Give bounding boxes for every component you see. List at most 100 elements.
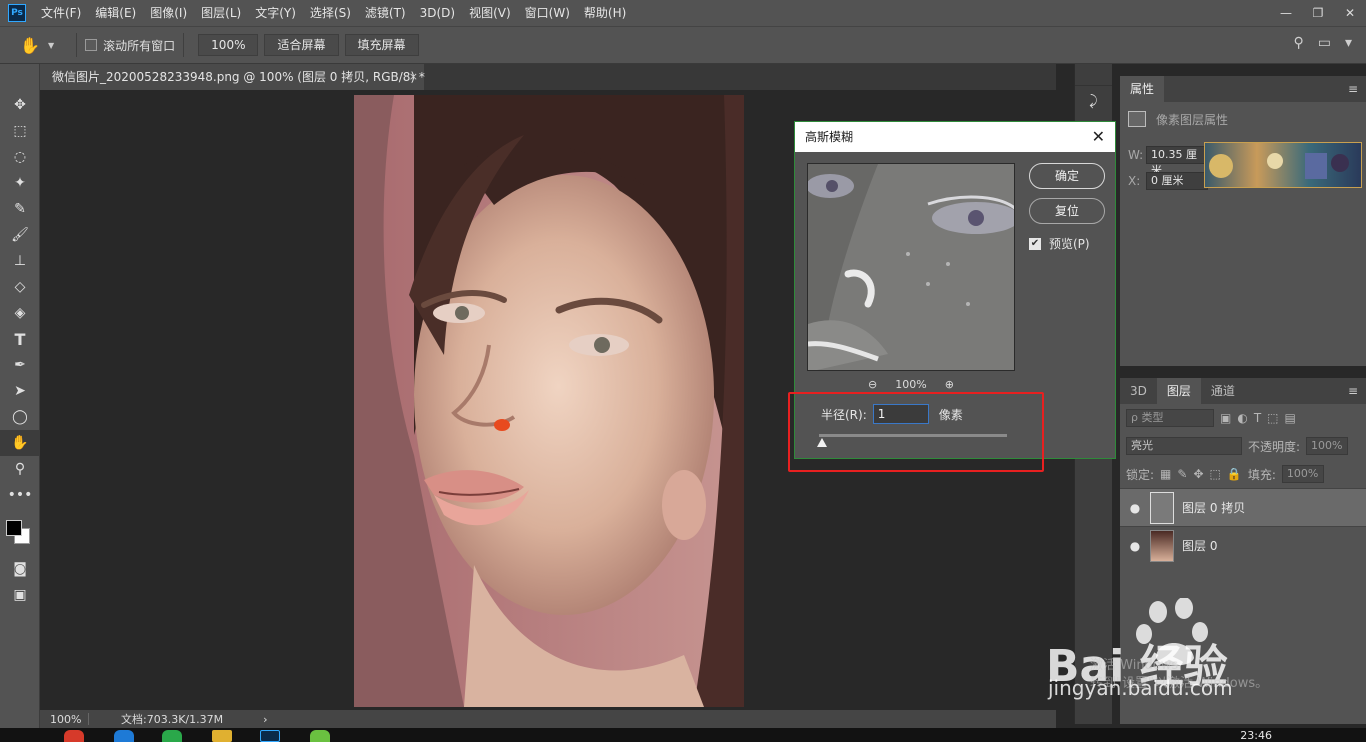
ellipse-tool-icon[interactable]: ◯ xyxy=(0,404,40,430)
close-icon[interactable]: ✕ xyxy=(1092,122,1105,152)
menu-filter[interactable]: 滤镜(T) xyxy=(358,0,413,26)
opacity-field[interactable]: 100% xyxy=(1306,437,1349,455)
document-tab[interactable]: 微信图片_20200528233948.png @ 100% (图层 0 拷贝,… xyxy=(40,64,425,90)
document-image[interactable] xyxy=(354,95,744,707)
ok-button[interactable]: 确定 xyxy=(1029,163,1105,189)
tab-channels[interactable]: 通道 xyxy=(1201,378,1245,404)
taskbar-clock: 23:46 xyxy=(1240,729,1272,742)
fill-field[interactable]: 100% xyxy=(1281,465,1324,483)
minimize-button[interactable]: — xyxy=(1270,0,1302,26)
browser-icon[interactable] xyxy=(64,730,84,742)
menu-help[interactable]: 帮助(H) xyxy=(577,0,633,26)
paint-bucket-tool-icon[interactable]: ◈ xyxy=(0,300,40,326)
menu-view[interactable]: 视图(V) xyxy=(462,0,518,26)
zoom-tool-icon[interactable]: ⚲ xyxy=(0,456,40,482)
blur-preview[interactable] xyxy=(807,163,1015,371)
close-icon[interactable]: × xyxy=(409,64,418,90)
lock-artboard-icon[interactable]: ⬚ xyxy=(1210,467,1221,481)
hand-tool-icon[interactable]: ✋ xyxy=(0,430,40,456)
workspace-icon[interactable]: ▭ xyxy=(1318,35,1331,51)
panel-menu-icon[interactable]: ≡ xyxy=(1348,378,1358,404)
eye-icon[interactable]: ● xyxy=(1120,501,1150,515)
eraser-tool-icon[interactable]: ◇ xyxy=(0,274,40,300)
zoom-100-button[interactable]: 100% xyxy=(198,34,259,56)
search-icon[interactable]: ⚲ xyxy=(1293,35,1303,51)
photoshop-logo-icon: Ps xyxy=(8,4,26,22)
filter-type-icon[interactable]: T xyxy=(1254,411,1261,425)
blend-mode-select[interactable]: 亮光 xyxy=(1126,437,1242,455)
app-icon[interactable] xyxy=(310,730,330,742)
marquee-tool-icon[interactable]: ⬚ xyxy=(0,118,40,144)
tools-panel: ✥ ⬚ ◌ ✦ ✎ 🖌 ⊥ ◇ ◈ T ✒ ➤ ◯ ✋ ⚲ ••• ◙ ▣ xyxy=(0,64,40,742)
more-tools-icon[interactable]: ••• xyxy=(0,482,40,508)
menu-file[interactable]: 文件(F) xyxy=(34,0,88,26)
layer-row[interactable]: ● 图层 0 xyxy=(1120,526,1366,564)
chevron-down-icon[interactable]: ▾ xyxy=(1345,35,1352,51)
width-field[interactable]: 10.35 厘米 xyxy=(1146,146,1208,177)
hand-tool-icon[interactable]: ✋ xyxy=(20,36,48,55)
lasso-tool-icon[interactable]: ◌ xyxy=(0,144,40,170)
close-window-button[interactable]: ✕ xyxy=(1334,0,1366,26)
menu-edit[interactable]: 编辑(E) xyxy=(88,0,143,26)
filter-shape-icon[interactable]: ⬚ xyxy=(1267,411,1278,425)
menu-select[interactable]: 选择(S) xyxy=(303,0,358,26)
dialog-title-bar[interactable]: 高斯模糊 ✕ xyxy=(795,122,1115,152)
layer-filter-select[interactable]: ρ 类型 xyxy=(1126,409,1214,427)
filter-adjust-icon[interactable]: ◐ xyxy=(1237,411,1247,425)
color-swatches xyxy=(0,508,39,556)
eye-icon[interactable]: ● xyxy=(1120,539,1150,553)
lock-all-icon[interactable]: 🔒 xyxy=(1227,467,1242,481)
zoom-out-icon[interactable]: ⊖ xyxy=(868,378,877,391)
app-icon[interactable] xyxy=(114,730,134,742)
menu-type[interactable]: 文字(Y) xyxy=(248,0,303,26)
layer-row[interactable]: ● 图层 0 拷贝 xyxy=(1120,488,1366,526)
status-zoom[interactable]: 100% xyxy=(40,713,88,726)
app-icon[interactable] xyxy=(162,730,182,742)
move-tool-icon[interactable]: ✥ xyxy=(0,92,40,118)
options-right-icons: ⚲ ▭ ▾ xyxy=(1293,35,1352,51)
tab-properties[interactable]: 属性 xyxy=(1120,76,1165,102)
restore-button[interactable]: ❐ xyxy=(1302,0,1334,26)
menu-3d[interactable]: 3D(D) xyxy=(413,0,462,26)
x-field[interactable]: 0 厘米 xyxy=(1146,172,1208,190)
pen-tool-icon[interactable]: ✒ xyxy=(0,352,40,378)
chevron-down-icon[interactable]: ▼ xyxy=(48,41,54,50)
blend-row: 亮光 不透明度: 100% xyxy=(1120,432,1366,460)
quick-mask-icon[interactable]: ◙ xyxy=(0,556,40,582)
filter-pixel-icon[interactable]: ▣ xyxy=(1220,411,1231,425)
watermark-url: jingyan.baidu.com xyxy=(1048,676,1233,700)
tab-3d[interactable]: 3D xyxy=(1120,378,1157,404)
photoshop-taskbar-icon[interactable] xyxy=(260,730,280,742)
eyedropper-tool-icon[interactable]: ✎ xyxy=(0,196,40,222)
type-tool-icon[interactable]: T xyxy=(0,326,40,352)
lock-pixels-icon[interactable]: ▦ xyxy=(1160,467,1171,481)
stamp-tool-icon[interactable]: ⊥ xyxy=(0,248,40,274)
menu-layer[interactable]: 图层(L) xyxy=(194,0,248,26)
foreground-color-swatch[interactable] xyxy=(6,520,22,536)
lock-position-icon[interactable]: ✥ xyxy=(1193,467,1203,481)
magic-wand-tool-icon[interactable]: ✦ xyxy=(0,170,40,196)
brush-tool-icon[interactable]: 🖌 xyxy=(0,222,40,248)
scroll-all-windows-checkbox[interactable] xyxy=(85,39,98,51)
divider xyxy=(88,713,89,725)
history-icon[interactable]: ⤸ xyxy=(1075,86,1112,116)
preview-toggle[interactable]: ✔ 预览(P) xyxy=(1029,235,1090,252)
zoom-in-icon[interactable]: ⊕ xyxy=(945,378,954,391)
document-tab-title: 微信图片_20200528233948.png @ 100% (图层 0 拷贝,… xyxy=(52,70,425,84)
fit-screen-button[interactable]: 适合屏幕 xyxy=(264,34,339,56)
filter-smart-icon[interactable]: ▤ xyxy=(1285,411,1296,425)
document-tab-bar: 微信图片_20200528233948.png @ 100% (图层 0 拷贝,… xyxy=(40,64,1056,90)
fill-screen-button[interactable]: 填充屏幕 xyxy=(344,34,419,56)
screen-mode-icon[interactable]: ▣ xyxy=(0,582,40,608)
path-select-tool-icon[interactable]: ➤ xyxy=(0,378,40,404)
tab-layers[interactable]: 图层 xyxy=(1156,378,1201,404)
panel-menu-icon[interactable]: ≡ xyxy=(1348,76,1358,102)
status-arrow-icon[interactable]: › xyxy=(263,713,267,726)
lock-paint-icon[interactable]: ✎ xyxy=(1177,467,1187,481)
preview-checkbox[interactable]: ✔ xyxy=(1029,237,1041,250)
reset-button[interactable]: 复位 xyxy=(1029,198,1105,224)
folder-icon[interactable] xyxy=(212,730,232,742)
menu-image[interactable]: 图像(I) xyxy=(143,0,194,26)
menu-window[interactable]: 窗口(W) xyxy=(518,0,577,26)
